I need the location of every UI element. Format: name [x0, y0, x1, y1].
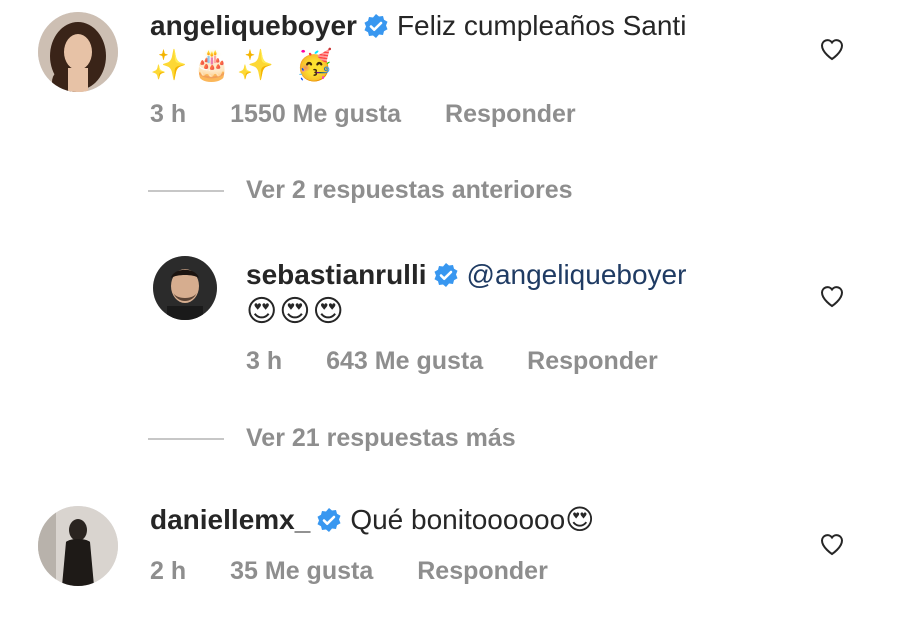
verified-badge-icon — [316, 507, 342, 533]
user-avatar-woman-dark-icon — [38, 506, 118, 586]
avatar[interactable] — [38, 506, 118, 586]
avatar[interactable] — [38, 12, 118, 92]
avatar[interactable] — [153, 256, 217, 320]
comment-emojis: 😍😍😍 — [246, 294, 346, 329]
comment-time: 2 h — [150, 557, 187, 585]
reply-button[interactable]: Responder — [417, 557, 548, 585]
username[interactable]: daniellemx_ — [150, 504, 310, 535]
thread-divider — [148, 438, 224, 441]
view-previous-replies[interactable]: Ver 2 respuestas anteriores — [148, 175, 573, 205]
like-heart-icon[interactable] — [818, 35, 846, 63]
user-avatar-man-icon — [153, 256, 217, 320]
view-more-label[interactable]: Ver 21 respuestas más — [246, 424, 516, 452]
comment-emojis: ✨🎂✨ 🥳 — [150, 48, 339, 83]
verified-badge-icon — [363, 13, 389, 39]
like-count[interactable]: 643 Me gusta — [326, 347, 483, 375]
like-heart-icon[interactable] — [818, 530, 846, 558]
view-previous-label[interactable]: Ver 2 respuestas anteriores — [246, 176, 573, 204]
like-count[interactable]: 1550 Me gusta — [230, 100, 401, 128]
view-more-replies[interactable]: Ver 21 respuestas más — [148, 423, 516, 453]
mention-link[interactable]: @angeliqueboyer — [467, 259, 687, 290]
reply-button[interactable]: Responder — [445, 100, 576, 128]
comment-time: 3 h — [246, 347, 283, 375]
comment-time: 3 h — [150, 100, 187, 128]
comment-text: Feliz cumpleaños Santi — [396, 10, 687, 41]
user-avatar-woman-icon — [38, 12, 118, 92]
comment-text: Qué bonitoooooo — [350, 504, 566, 535]
username[interactable]: angeliqueboyer — [150, 10, 357, 41]
reply-button[interactable]: Responder — [527, 347, 658, 375]
verified-badge-icon — [433, 262, 459, 288]
username[interactable]: sebastianrulli — [246, 259, 427, 290]
thread-divider — [148, 190, 224, 193]
heart-eyes-emoji: 😍 — [565, 503, 595, 536]
like-heart-icon[interactable] — [818, 282, 846, 310]
like-count[interactable]: 35 Me gusta — [230, 557, 373, 585]
